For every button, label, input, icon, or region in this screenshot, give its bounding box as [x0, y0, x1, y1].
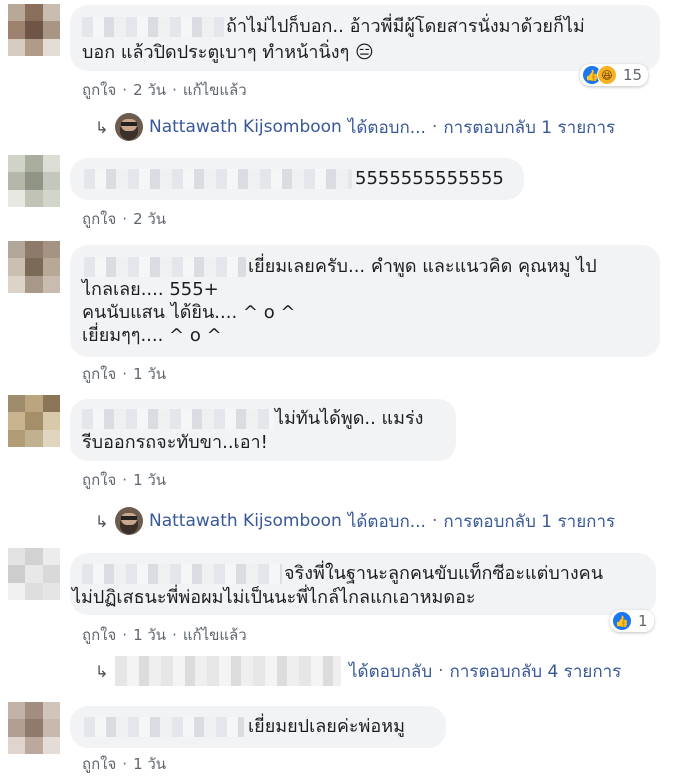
avatar[interactable]: [8, 4, 60, 56]
reaction-count: 1: [638, 612, 648, 630]
separator-dot: ·: [122, 755, 128, 773]
reply-summary[interactable]: ↳ Nattawath Kijsomboon ได้ตอบก... · การต…: [95, 507, 615, 535]
timestamp[interactable]: 1 วัน: [133, 755, 166, 773]
comment-text: ไม่ทันได้พูด.. แมร่ง: [275, 408, 424, 429]
comment-text: 5555555555555: [355, 168, 504, 189]
separator-dot: ·: [431, 511, 438, 531]
comment-actions: ถูกใจ · 1 วัน · แก้ไขแล้ว: [82, 623, 247, 647]
like-button[interactable]: ถูกใจ: [82, 365, 116, 383]
comment-actions: ถูกใจ · 1 วัน: [82, 468, 166, 492]
comment-text: ถ้าไม่ไปก็บอก.. อ้าวพี่มีผู้โดยสารนั่งมา…: [226, 16, 585, 37]
separator-dot: ·: [122, 365, 128, 383]
like-button[interactable]: ถูกใจ: [82, 755, 116, 773]
like-button[interactable]: ถูกใจ: [82, 471, 116, 489]
haha-icon: 😆: [597, 65, 617, 85]
comment-bubble: จริงพี่ในฐานะลูกคนขับแท็กซีอะแต่บางคน ไม…: [70, 553, 656, 615]
replied-text: ได้ตอบก...: [347, 511, 426, 532]
reply-summary[interactable]: ↳ ได้ตอบกลับ · การตอบกลับ 4 รายการ: [95, 656, 621, 686]
comment-text: คนนับแสน ได้ยิน.... ^ o ^: [82, 302, 296, 323]
reply-arrow-icon: ↳: [95, 661, 109, 681]
like-button[interactable]: ถูกใจ: [82, 626, 116, 644]
reply-arrow-icon: ↳: [95, 117, 109, 137]
separator-dot: ·: [438, 661, 444, 681]
comment-actions: ถูกใจ · 1 วัน: [82, 362, 166, 386]
blurred-author-name[interactable]: [84, 169, 352, 189]
replied-text: ได้ตอบกลับ: [349, 661, 433, 682]
comment-bubble: ถ้าไม่ไปก็บอก.. อ้าวพี่มีผู้โดยสารนั่งมา…: [70, 5, 660, 71]
separator-dot: ·: [172, 626, 177, 644]
avatar[interactable]: [8, 395, 60, 447]
comment-text: เยี่ยมเลยครับ... คำพูด และแนวคิด คุณหมู …: [248, 256, 597, 277]
comment-text: รีบออกรถจะทับขา..เอา!: [82, 432, 268, 453]
timestamp[interactable]: 2 วัน: [133, 81, 166, 99]
comment-text: บอก แล้วปิดประตูเบาๆ ทำหน้านิ่งๆ 😑: [82, 42, 374, 63]
separator-dot: ·: [122, 210, 128, 228]
comment-actions: ถูกใจ · 2 วัน · แก้ไขแล้ว: [82, 78, 247, 102]
comment-bubble: ไม่ทันได้พูด.. แมร่ง รีบออกรถจะทับขา..เอ…: [70, 399, 456, 461]
separator-dot: ·: [122, 471, 128, 489]
avatar[interactable]: [8, 155, 60, 207]
blurred-author-name[interactable]: [82, 409, 274, 429]
comment-text: เยี่ยมยปเลยค่ะพ่อหมู: [248, 716, 405, 737]
reaction-summary[interactable]: 👍 1: [610, 610, 654, 632]
reply-count-link[interactable]: การตอบกลับ 1 รายการ: [443, 508, 615, 535]
timestamp[interactable]: 2 วัน: [133, 210, 166, 228]
avatar[interactable]: [8, 548, 60, 600]
timestamp[interactable]: 1 วัน: [133, 626, 166, 644]
comment-text: เยี่ยมๆๆ.... ^ o ^: [82, 325, 222, 346]
replier-avatar: [115, 507, 143, 535]
blurred-author-name[interactable]: [82, 17, 224, 37]
comment-text: จริงพี่ในฐานะลูกคนขับแท็กซีอะแต่บางคน: [284, 563, 603, 584]
blurred-replier-names[interactable]: [115, 656, 341, 686]
blurred-author-name[interactable]: [84, 717, 244, 737]
comment-text: ไกลเลย.... 555+: [82, 279, 219, 300]
like-button[interactable]: ถูกใจ: [82, 81, 116, 99]
avatar[interactable]: [8, 702, 60, 754]
comment-text: ไม่ปฏิเสธนะพี่พ่อผมไม่เป็นนะพี่ไกล์ไกลแก…: [72, 587, 476, 608]
replier-name[interactable]: Nattawath Kijsomboon: [149, 117, 342, 137]
like-icon: 👍: [612, 611, 632, 631]
reply-summary[interactable]: ↳ Nattawath Kijsomboon ได้ตอบก... · การต…: [95, 113, 615, 141]
comment-bubble: เยี่ยมเลยครับ... คำพูด และแนวคิด คุณหมู …: [70, 245, 660, 357]
replier-avatar: [115, 113, 143, 141]
like-button[interactable]: ถูกใจ: [82, 210, 116, 228]
timestamp[interactable]: 1 วัน: [133, 365, 166, 383]
reply-arrow-icon: ↳: [95, 511, 109, 531]
separator-dot: ·: [122, 81, 128, 99]
avatar[interactable]: [8, 241, 60, 293]
reaction-summary[interactable]: 👍 😆 15: [580, 64, 649, 86]
replier-name[interactable]: Nattawath Kijsomboon: [149, 511, 342, 531]
separator-dot: ·: [172, 81, 177, 99]
timestamp[interactable]: 1 วัน: [133, 471, 166, 489]
comment-bubble: เยี่ยมยปเลยค่ะพ่อหมู: [70, 706, 446, 748]
blurred-author-name[interactable]: [84, 257, 246, 277]
separator-dot: ·: [431, 117, 438, 137]
reply-count-link[interactable]: การตอบกลับ 4 รายการ: [450, 658, 622, 685]
reaction-count: 15: [623, 66, 643, 84]
replied-text: ได้ตอบก...: [347, 117, 426, 138]
separator-dot: ·: [122, 626, 128, 644]
comment-actions: ถูกใจ · 1 วัน: [82, 752, 166, 776]
comment-actions: ถูกใจ · 2 วัน: [82, 207, 166, 231]
reply-count-link[interactable]: การตอบกลับ 1 รายการ: [443, 114, 615, 141]
edited-label[interactable]: แก้ไขแล้ว: [183, 626, 247, 644]
edited-label[interactable]: แก้ไขแล้ว: [183, 81, 247, 99]
blurred-author-name[interactable]: [82, 564, 282, 584]
comment-bubble: 5555555555555: [70, 158, 524, 200]
